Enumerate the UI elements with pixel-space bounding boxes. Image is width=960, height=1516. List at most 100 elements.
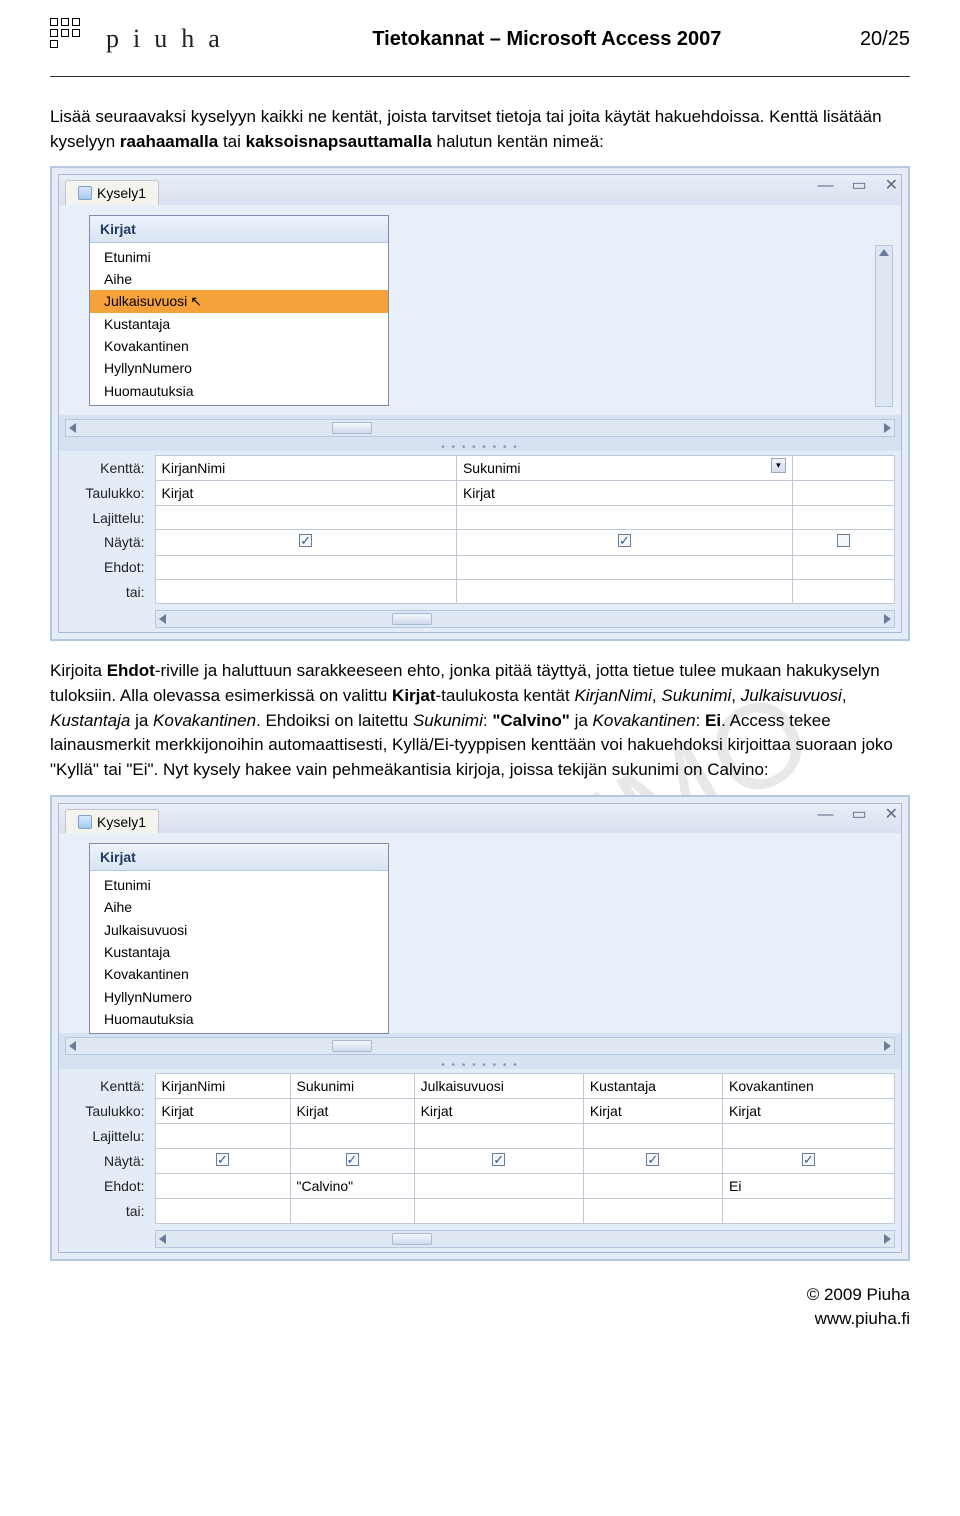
list-item-selected[interactable]: Julkaisuvuosi↖ [90,290,388,312]
scroll-thumb[interactable] [332,422,372,434]
list-item[interactable]: Huomautuksia [90,1008,388,1030]
grid-cell-show[interactable] [456,530,792,555]
grid-cell-or[interactable] [290,1199,414,1223]
grid-cell-empty[interactable] [792,480,894,505]
grid-cell-empty[interactable] [792,555,894,579]
grid-cell-or[interactable] [155,1199,290,1223]
grid-cell-field[interactable]: Kovakantinen [722,1073,894,1098]
tab-kysely1[interactable]: Kysely1 [65,809,159,834]
checkbox-checked[interactable] [646,1153,659,1166]
scroll-thumb[interactable] [392,1233,432,1245]
checkbox-unchecked[interactable] [837,534,850,547]
horizontal-scrollbar[interactable] [65,1037,895,1055]
grid-cell-table[interactable]: Kirjat [456,480,792,505]
grid-cell-empty[interactable] [792,580,894,604]
list-item[interactable]: Kustantaja [90,313,388,335]
checkbox-checked[interactable] [299,534,312,547]
scroll-thumb[interactable] [332,1040,372,1052]
list-item[interactable]: Etunimi [90,874,388,896]
grid-cell-sort[interactable] [583,1124,722,1148]
grid-cell-or[interactable] [414,1199,583,1223]
row-label: Lajittelu: [65,506,155,530]
grid-cell-show[interactable] [792,530,894,555]
page-header: piuha Tietokannat – Microsoft Access 200… [50,18,910,77]
grid-cell-table[interactable]: Kirjat [290,1099,414,1124]
list-item[interactable]: Kustantaja [90,941,388,963]
horizontal-scrollbar[interactable] [155,1230,895,1248]
minimize-icon[interactable]: — [817,174,833,197]
grid-cell-sort[interactable] [722,1124,894,1148]
checkbox-checked[interactable] [216,1153,229,1166]
grid-cell-show[interactable] [290,1148,414,1173]
text-bold: Ehdot [107,661,155,680]
close-icon[interactable]: ✕ [885,803,898,826]
grid-cell-table[interactable]: Kirjat [722,1099,894,1124]
tab-kysely1[interactable]: Kysely1 [65,180,159,205]
grid-cell-or[interactable] [456,580,792,604]
grid-cell-show[interactable] [155,530,456,555]
checkbox-checked[interactable] [346,1153,359,1166]
scroll-thumb[interactable] [392,613,432,625]
grid-cell-field[interactable]: Sukunimi▾ [456,455,792,480]
field-listbox[interactable]: Kirjat Etunimi Aihe Julkaisuvuosi↖ Kusta… [89,215,389,406]
list-item[interactable]: Aihe [90,268,388,290]
grid-cell-sort[interactable] [290,1124,414,1148]
list-item[interactable]: HyllynNumero [90,357,388,379]
grid-cell-show[interactable] [155,1148,290,1173]
grid-cell-criteria[interactable] [414,1174,583,1199]
grid-cell-criteria[interactable]: "Calvino" [290,1174,414,1199]
grid-cell-criteria[interactable]: Ei [722,1174,894,1199]
grid-cell-table[interactable]: Kirjat [155,480,456,505]
minimize-icon[interactable]: — [817,803,833,826]
checkbox-checked[interactable] [492,1153,505,1166]
close-icon[interactable]: ✕ [885,174,898,197]
grid-cell-sort[interactable] [155,1124,290,1148]
tab-bar: Kysely1 [59,804,901,833]
list-item[interactable]: Kovakantinen [90,335,388,357]
grid-cell-table[interactable]: Kirjat [155,1099,290,1124]
row-label: Ehdot: [65,555,155,579]
grid-cell-empty[interactable] [792,455,894,480]
grid-cell-show[interactable] [583,1148,722,1173]
list-item[interactable]: Etunimi [90,246,388,268]
list-item[interactable]: HyllynNumero [90,986,388,1008]
grid-cell-show[interactable] [414,1148,583,1173]
grid-cell-criteria[interactable] [456,555,792,579]
maximize-icon[interactable]: ▭ [851,174,866,197]
list-item[interactable]: Huomautuksia [90,380,388,402]
grid-cell-field[interactable]: KirjanNimi [155,1073,290,1098]
grid-cell-field[interactable]: Sukunimi [290,1073,414,1098]
vertical-scrollbar[interactable] [875,245,893,407]
grid-cell-criteria[interactable] [155,1174,290,1199]
horizontal-scrollbar[interactable] [65,419,895,437]
splitter-handle[interactable]: • • • • • • • • [59,1059,901,1069]
text-run: , [731,686,740,705]
grid-cell-show[interactable] [722,1148,894,1173]
grid-cell-or[interactable] [583,1199,722,1223]
grid-cell-sort[interactable] [155,506,456,530]
list-item[interactable]: Kovakantinen [90,963,388,985]
grid-cell-table[interactable]: Kirjat [583,1099,722,1124]
list-item[interactable]: Aihe [90,896,388,918]
chevron-down-icon[interactable]: ▾ [771,458,786,473]
list-item[interactable]: Julkaisuvuosi [90,919,388,941]
field-listbox[interactable]: Kirjat Etunimi Aihe Julkaisuvuosi Kustan… [89,843,389,1034]
horizontal-scrollbar[interactable] [155,610,895,628]
grid-cell-field[interactable]: Kustantaja [583,1073,722,1098]
grid-cell-table[interactable]: Kirjat [414,1099,583,1124]
grid-cell-sort[interactable] [414,1124,583,1148]
window-buttons: — ▭ ✕ [817,174,898,197]
maximize-icon[interactable]: ▭ [851,803,866,826]
grid-cell-empty[interactable] [792,506,894,530]
grid-cell-criteria[interactable] [583,1174,722,1199]
grid-cell-sort[interactable] [456,506,792,530]
checkbox-checked[interactable] [802,1153,815,1166]
grid-cell-field[interactable]: Julkaisuvuosi [414,1073,583,1098]
grid-cell-or[interactable] [722,1199,894,1223]
grid-cell-or[interactable] [155,580,456,604]
paragraph-1: Lisää seuraavaksi kyselyyn kaikki ne ken… [50,105,910,154]
checkbox-checked[interactable] [618,534,631,547]
grid-cell-field[interactable]: KirjanNimi [155,455,456,480]
splitter-handle[interactable]: • • • • • • • • [59,441,901,451]
grid-cell-criteria[interactable] [155,555,456,579]
